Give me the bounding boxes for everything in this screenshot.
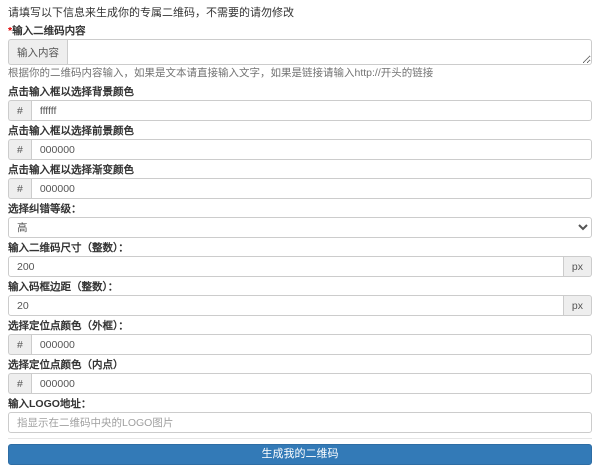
content-input-group: 输入内容 bbox=[8, 39, 592, 65]
bg-color-label: 点击输入框以选择背景颜色 bbox=[8, 86, 134, 98]
content-label: *输入二维码内容 bbox=[8, 26, 592, 37]
error-level-select[interactable]: 高 bbox=[8, 217, 592, 238]
eye-outer-color-input[interactable] bbox=[30, 334, 592, 355]
form-group-eye-inner-color: 选择定位点颜色（内点） # bbox=[8, 360, 592, 394]
form-group-logo: 输入LOGO地址： bbox=[8, 399, 592, 433]
error-level-label: 选择纠错等级： bbox=[8, 203, 82, 215]
form-group-gradient-color: 点击输入框以选择渐变颜色 # bbox=[8, 165, 592, 199]
content-textarea[interactable] bbox=[67, 39, 592, 65]
fg-color-input[interactable] bbox=[30, 139, 592, 160]
bg-color-input-group: # bbox=[8, 100, 592, 121]
intro-text: 请填写以下信息来生成你的专属二维码，不需要的请勿修改 bbox=[8, 7, 294, 19]
eye-outer-color-label: 选择定位点颜色（外框）： bbox=[8, 320, 129, 332]
form-group-size: 输入二维码尺寸（整数）： px bbox=[8, 243, 592, 277]
content-label-text: 输入二维码内容 bbox=[12, 25, 86, 37]
divider bbox=[8, 438, 592, 439]
logo-label: 输入LOGO地址： bbox=[8, 398, 92, 410]
eye-outer-color-hash-addon: # bbox=[8, 334, 31, 355]
bg-color-input[interactable] bbox=[30, 100, 592, 121]
form-group-content: *输入二维码内容 输入内容 根据你的二维码内容输入，如果是文本请直接输入文字，如… bbox=[8, 26, 592, 79]
size-unit-addon: px bbox=[563, 256, 592, 277]
margin-input-group: px bbox=[8, 295, 592, 316]
form-group-fg-color: 点击输入框以选择前景颜色 # bbox=[8, 126, 592, 160]
eye-inner-color-label: 选择定位点颜色（内点） bbox=[8, 359, 124, 371]
eye-inner-color-input-group: # bbox=[8, 373, 592, 394]
margin-input[interactable] bbox=[8, 295, 564, 316]
eye-outer-color-input-group: # bbox=[8, 334, 592, 355]
fg-color-input-group: # bbox=[8, 139, 592, 160]
size-input[interactable] bbox=[8, 256, 564, 277]
fg-color-hash-addon: # bbox=[8, 139, 31, 160]
gradient-color-input-group: # bbox=[8, 178, 592, 199]
form-group-eye-outer-color: 选择定位点颜色（外框）： # bbox=[8, 321, 592, 355]
form-group-margin: 输入码框边距（整数）： px bbox=[8, 282, 592, 316]
form-group-bg-color: 点击输入框以选择背景颜色 # bbox=[8, 87, 592, 121]
size-label: 输入二维码尺寸（整数）： bbox=[8, 242, 129, 254]
gradient-color-hash-addon: # bbox=[8, 178, 31, 199]
form-group-error-level: 选择纠错等级： 高 bbox=[8, 204, 592, 238]
margin-unit-addon: px bbox=[563, 295, 592, 316]
gradient-color-label: 点击输入框以选择渐变颜色 bbox=[8, 164, 134, 176]
size-input-group: px bbox=[8, 256, 592, 277]
bg-color-hash-addon: # bbox=[8, 100, 31, 121]
eye-inner-color-hash-addon: # bbox=[8, 373, 31, 394]
content-addon: 输入内容 bbox=[8, 39, 67, 65]
content-help-text: 根据你的二维码内容输入，如果是文本请直接输入文字，如果是链接请输入http://… bbox=[8, 67, 434, 79]
logo-url-input[interactable] bbox=[8, 412, 592, 433]
generate-qr-button[interactable]: 生成我的二维码 bbox=[8, 444, 592, 465]
eye-inner-color-input[interactable] bbox=[30, 373, 592, 394]
margin-label: 输入码框边距（整数）： bbox=[8, 281, 119, 293]
qr-generator-form: 请填写以下信息来生成你的专属二维码，不需要的请勿修改 *输入二维码内容 输入内容… bbox=[0, 0, 600, 473]
fg-color-label: 点击输入框以选择前景颜色 bbox=[8, 125, 134, 137]
gradient-color-input[interactable] bbox=[30, 178, 592, 199]
